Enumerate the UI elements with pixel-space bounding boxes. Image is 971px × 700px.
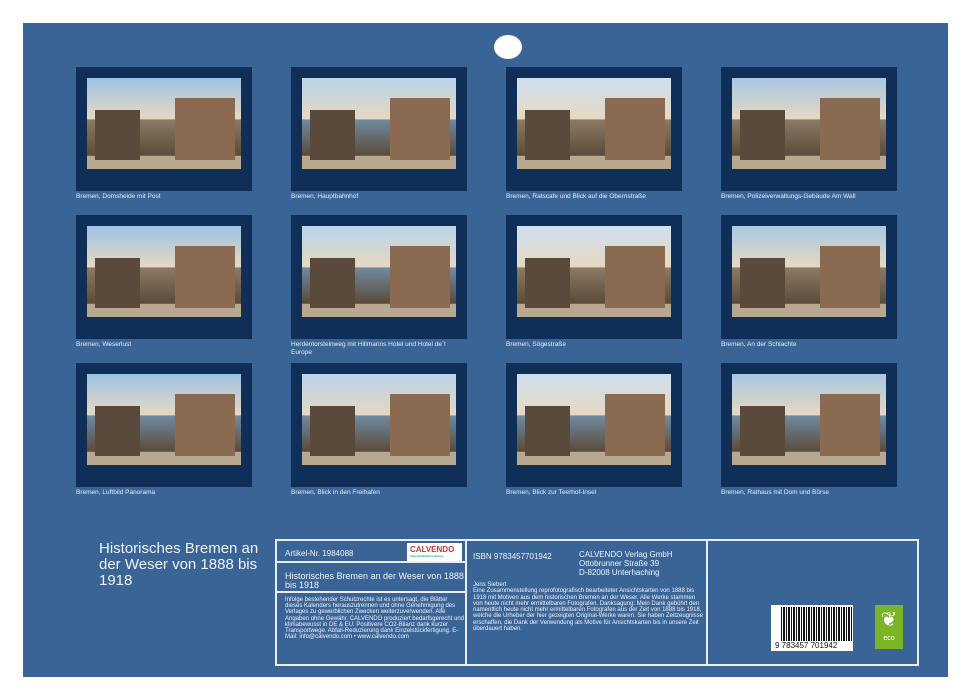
divider	[277, 591, 466, 593]
image-caption: Bremen, Ratscafe und Blick auf die Obern…	[506, 193, 646, 200]
postcard-image-frame	[506, 215, 682, 339]
postcard-image	[87, 78, 241, 169]
postcard-image	[517, 374, 671, 465]
divider	[706, 541, 708, 664]
image-caption: Bremen, An der Schlachte	[721, 341, 797, 348]
postcard-image	[302, 374, 456, 465]
image-caption: Herdentorsteinweg mit Hillmanns Hotel un…	[291, 341, 446, 356]
image-caption: Bremen, Hauptbahnhof	[291, 193, 359, 200]
image-caption: Bremen, Polizeiverwaltungs-Gebäude Am Wa…	[721, 193, 856, 200]
postcard-image-frame	[291, 215, 467, 339]
postcard-image	[87, 374, 241, 465]
calvendo-logo: CALVENDO Alles Kalenderordnung	[407, 543, 462, 561]
publisher-address: CALVENDO Verlag GmbH Ottobrunner Straße 3…	[579, 550, 673, 577]
postcard-image-frame	[291, 67, 467, 191]
postcard-image	[732, 78, 886, 169]
postcard-image-frame	[506, 67, 682, 191]
postcard-image-frame	[721, 363, 897, 487]
legal-text: Infolge bestehender Schutzrechte ist es …	[285, 597, 464, 641]
postcard-image	[517, 226, 671, 317]
subtitle: Historisches Bremen an der Weser von 188…	[285, 571, 464, 590]
postcard-image-frame	[721, 67, 897, 191]
divider	[277, 561, 466, 563]
image-caption: Bremen, Weserlust	[76, 341, 132, 348]
postcard-image-frame	[76, 215, 252, 339]
postcard-image-frame	[506, 363, 682, 487]
postcard-image	[302, 226, 456, 317]
calendar-back-cover: Bremen, Domsheide mit Post Bremen, Hauptb…	[23, 23, 948, 677]
image-caption: Bremen, Luftbild Panorama	[76, 489, 156, 496]
postcard-image	[302, 78, 456, 169]
eco-leaf-icon: ❦ eco	[875, 605, 903, 649]
postcard-image	[87, 226, 241, 317]
postcard-image	[732, 374, 886, 465]
image-caption: Bremen, Rathaus mit Dom und Börse	[721, 489, 830, 496]
image-caption: Bremen, Domsheide mit Post	[76, 193, 161, 200]
calendar-title: Historisches Bremen an der Weser von 188…	[99, 540, 259, 589]
postcard-image-frame	[721, 215, 897, 339]
article-number: Artikel-Nr. 1984088	[285, 549, 354, 558]
image-caption: Bremen, Blick in den Freihafen	[291, 489, 380, 496]
postcard-image-frame	[76, 67, 252, 191]
image-caption: Bremen, Sögestraße	[506, 341, 566, 348]
description: Jens Siebert Eine Zusammenstellung reprof…	[473, 582, 704, 633]
postcard-image	[517, 78, 671, 169]
postcard-image	[732, 226, 886, 317]
hanging-hole	[494, 35, 522, 59]
isbn: ISBN 9783457701942	[473, 552, 552, 561]
postcard-image-frame	[291, 363, 467, 487]
barcode: 9 783457 701942	[771, 605, 853, 651]
postcard-image-frame	[76, 363, 252, 487]
info-panel: Artikel-Nr. 1984088 CALVENDO Alles Kalend…	[275, 539, 919, 666]
divider	[465, 541, 467, 664]
image-caption: Bremen, Blick zur Teerhof-Insel	[506, 489, 597, 496]
